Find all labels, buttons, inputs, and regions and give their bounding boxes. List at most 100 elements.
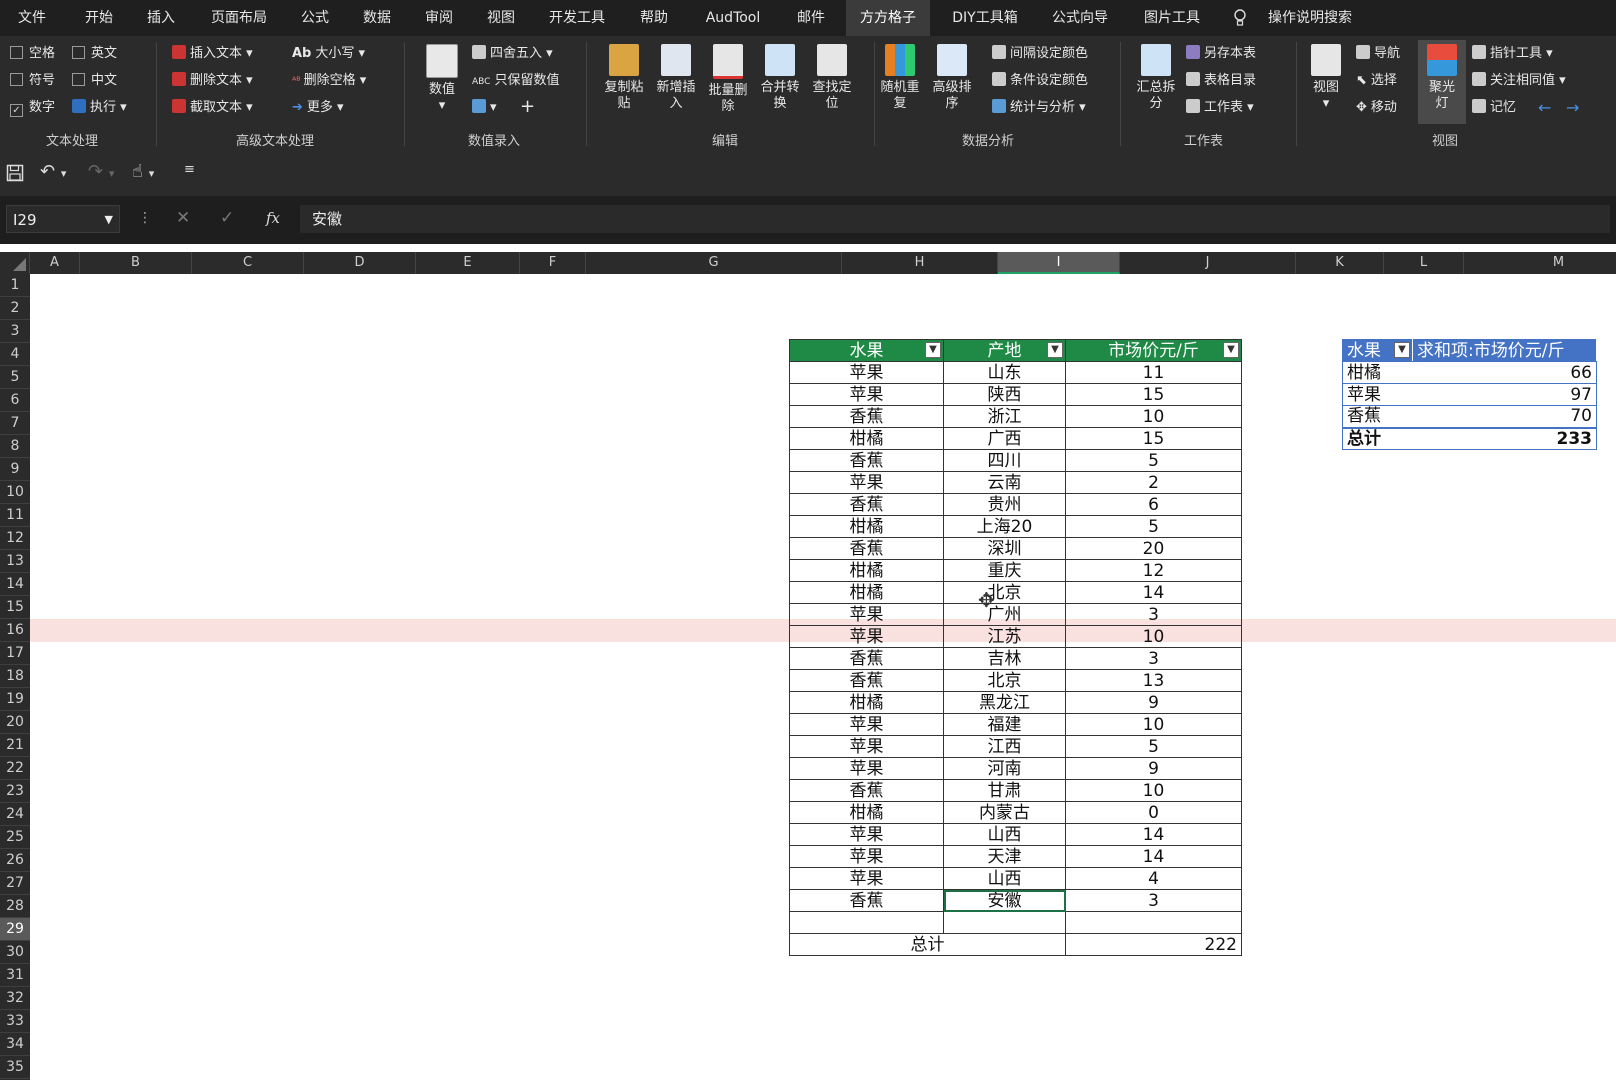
table-cell[interactable]: 福建 [943,713,1066,736]
table-cell[interactable]: 浙江 [943,405,1066,428]
insert-function-icon[interactable]: fx [266,209,280,227]
table-cell[interactable]: 甘肃 [943,779,1066,802]
delete-space-button[interactable]: ᴬᴮ 删除空格 ▾ [292,72,366,91]
table-cell[interactable]: 15 [1065,427,1242,450]
table-cell[interactable]: 江苏 [943,625,1066,648]
row-header-25[interactable]: 25 [0,826,30,849]
menu-developer[interactable]: 开发工具 [542,0,612,36]
row-header-4[interactable]: 4 [0,343,30,366]
row-header-26[interactable]: 26 [0,849,30,872]
touch-mode-icon[interactable]: ☝ ▾ [132,161,154,182]
pivot-header-cell[interactable]: 水果 ▼ [1342,339,1413,362]
row-header-9[interactable]: 9 [0,458,30,481]
row-header-32[interactable]: 32 [0,987,30,1010]
row-header-29[interactable]: 29 [0,918,30,941]
table-cell[interactable]: 15 [1065,383,1242,406]
table-cell[interactable]: 0 [1065,801,1242,824]
table-cell[interactable]: 苹果 [789,713,944,736]
column-header-c[interactable]: C [192,252,304,274]
tell-me-search[interactable]: 操作说明搜索 [1256,0,1364,36]
menu-diy-toolbox[interactable]: DIY工具箱 [944,0,1026,36]
menu-insert[interactable]: 插入 [138,0,184,36]
total-value[interactable]: 222 [1065,933,1242,956]
cancel-icon[interactable]: ✕ [176,208,190,228]
add-button[interactable]: + [520,98,535,116]
active-cell[interactable]: 安徽 [943,889,1066,912]
pivot-cell[interactable]: 66 [1412,361,1597,384]
round-button[interactable]: 四舍五入 ▾ [472,45,553,63]
menu-picture-tools[interactable]: 图片工具 [1136,0,1208,36]
spotlight-button[interactable]: 聚光 灯 [1418,40,1466,124]
row-header-1[interactable]: 1 [0,274,30,297]
execute-button[interactable]: 执行 ▾ [72,99,127,117]
table-cell[interactable]: 5 [1065,449,1242,472]
table-cell[interactable]: 山东 [943,361,1066,384]
filter-dropdown-icon[interactable]: ▼ [1223,342,1239,358]
table-cell[interactable]: 10 [1065,779,1242,802]
column-header-cell[interactable]: 市场价元/斤 ▼ [1065,339,1242,362]
filter-dropdown-icon[interactable]: ▼ [1394,342,1410,358]
table-cell[interactable]: 北京 [943,669,1066,692]
table-cell[interactable]: 6 [1065,493,1242,516]
menu-home[interactable]: 开始 [78,0,120,36]
row-header-8[interactable]: 8 [0,435,30,458]
pivot-cell[interactable]: 97 [1412,383,1597,406]
batch-delete-button[interactable]: 批量删 除 [704,44,752,115]
table-cell[interactable]: 5 [1065,515,1242,538]
column-header-l[interactable]: L [1384,252,1464,274]
forward-button[interactable]: → [1566,99,1579,117]
column-header-cell[interactable]: 产地 ▼ [943,339,1066,362]
table-cell[interactable]: 柑橘 [789,581,944,604]
table-cell[interactable]: 香蕉 [789,647,944,670]
table-cell[interactable]: 苹果 [789,735,944,758]
formula-input[interactable]: 安徽 [300,205,1610,233]
table-cell[interactable]: 贵州 [943,493,1066,516]
table-cell[interactable]: 3 [1065,603,1242,626]
table-cell[interactable]: 20 [1065,537,1242,560]
table-cell[interactable]: 9 [1065,691,1242,714]
table-cell[interactable]: 苹果 [789,625,944,648]
row-header-21[interactable]: 21 [0,734,30,757]
merge-convert-button[interactable]: 合并转 换 [756,44,804,112]
row-header-5[interactable]: 5 [0,366,30,389]
table-cell[interactable]: 苹果 [789,471,944,494]
table-cell[interactable]: 5 [1065,735,1242,758]
table-cell[interactable]: 11 [1065,361,1242,384]
row-header-27[interactable]: 27 [0,872,30,895]
menu-formulas[interactable]: 公式 [294,0,336,36]
checkbox-english[interactable]: 英文 [72,45,117,63]
table-cell[interactable]: 香蕉 [789,537,944,560]
name-box[interactable]: I29 ▼ [6,205,120,233]
table-cell[interactable]: 天津 [943,845,1066,868]
table-cell[interactable]: 柑橘 [789,801,944,824]
navigation-button[interactable]: 导航 [1356,45,1400,63]
worksheet-button[interactable]: 工作表 ▾ [1186,99,1254,117]
back-button[interactable]: ← [1538,99,1551,117]
interval-color-button[interactable]: 间隔设定颜色 [992,45,1088,63]
focus-same-button[interactable]: 关注相同值 ▾ [1472,72,1566,90]
customize-toolbar-icon[interactable]: ≡ [184,162,195,177]
row-header-10[interactable]: 10 [0,481,30,504]
table-cell[interactable]: 香蕉 [789,493,944,516]
row-header-13[interactable]: 13 [0,550,30,573]
table-cell[interactable]: 柑橘 [789,559,944,582]
delete-text-button[interactable]: 删除文本 ▾ [172,72,253,90]
select-button[interactable]: ⬉ 选择 [1356,72,1397,90]
table-cell[interactable]: 香蕉 [789,405,944,428]
table-cell[interactable]: 香蕉 [789,449,944,472]
column-header-a[interactable]: A [30,252,80,274]
table-cell[interactable]: 苹果 [789,757,944,780]
menu-fangfang[interactable]: 方方格子 [846,0,930,36]
table-cell[interactable]: 苹果 [789,823,944,846]
table-cell[interactable]: 柑橘 [789,515,944,538]
filter-dropdown-icon[interactable]: ▼ [925,342,941,358]
column-header-k[interactable]: K [1296,252,1384,274]
table-cell[interactable]: 9 [1065,757,1242,780]
menu-help[interactable]: 帮助 [632,0,676,36]
condition-color-button[interactable]: 条件设定颜色 [992,72,1088,90]
sheet-catalog-button[interactable]: 表格目录 [1186,72,1256,90]
table-cell[interactable]: 10 [1065,625,1242,648]
pivot-total-label[interactable]: 总计 [1342,426,1413,450]
table-cell[interactable]: 四川 [943,449,1066,472]
row-header-7[interactable]: 7 [0,412,30,435]
